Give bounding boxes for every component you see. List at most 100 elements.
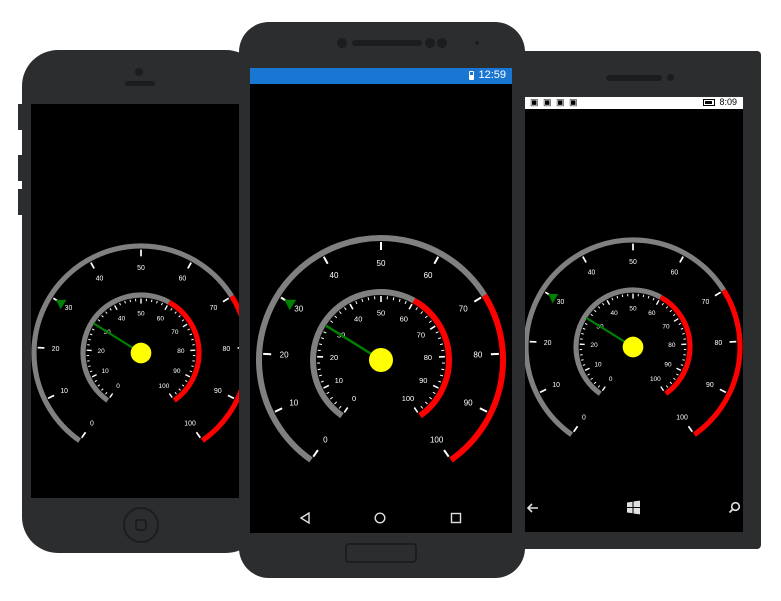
minor-tick (439, 343, 444, 346)
minor-tick (338, 405, 342, 409)
minor-tick (91, 328, 95, 331)
speedometer-gauge: 0102030405060708090100010203040506070809… (524, 237, 743, 437)
tick-label: 10 (60, 388, 68, 395)
tick-label: 0 (323, 435, 328, 444)
major-tick (687, 425, 694, 433)
major-tick (322, 256, 329, 265)
major-tick (582, 256, 587, 263)
minor-tick (181, 384, 185, 387)
tick-label: 60 (424, 271, 433, 280)
tick-label: 60 (648, 310, 656, 317)
tick-label: 50 (137, 265, 145, 272)
sensor-dot (437, 38, 447, 48)
minor-tick (355, 300, 358, 305)
minor-tick (672, 313, 676, 317)
tick-label: 90 (464, 398, 473, 407)
front-camera (337, 38, 347, 48)
minor-tick (682, 333, 685, 335)
minor-tick (170, 308, 173, 311)
minor-tick (669, 381, 673, 385)
tick-label: 50 (137, 310, 145, 317)
tick-label: 40 (118, 315, 126, 322)
major-tick (47, 394, 55, 400)
major-tick (114, 305, 118, 311)
arrow-back-icon[interactable] (526, 501, 540, 515)
minor-tick (329, 396, 333, 400)
minor-tick (429, 396, 433, 400)
tick-label: 0 (90, 420, 94, 427)
front-camera (667, 74, 674, 81)
minor-tick (184, 379, 188, 383)
scale-track (31, 243, 234, 443)
minor-tick (191, 365, 194, 368)
minor-tick (420, 405, 424, 409)
tick-label: 0 (352, 394, 356, 403)
tick-label: 30 (294, 304, 303, 313)
major-tick (187, 262, 192, 269)
circle-home-icon[interactable] (374, 512, 386, 524)
minor-tick (424, 315, 428, 319)
tick-label: 20 (591, 342, 599, 349)
major-tick (539, 388, 547, 394)
minor-tick (581, 333, 584, 335)
earpiece-speaker (606, 75, 662, 81)
minor-tick (174, 392, 177, 395)
windows-logo-icon[interactable] (626, 500, 641, 515)
minor-tick (181, 319, 185, 322)
minor-tick (101, 315, 104, 318)
square-recents-icon[interactable] (450, 512, 462, 524)
home-button[interactable] (123, 507, 159, 543)
minor-tick (334, 315, 338, 319)
chin-button[interactable] (345, 543, 417, 563)
tick-label: 80 (473, 351, 482, 360)
minor-tick (367, 297, 370, 301)
minor-tick (178, 315, 181, 318)
minor-tick (109, 308, 112, 311)
minor-tick (678, 322, 682, 325)
android-screen: 12:59 0102030405060708090100010203040506… (250, 68, 512, 533)
tick-label: 70 (459, 304, 468, 313)
minor-tick (94, 379, 98, 383)
minor-tick (602, 302, 605, 306)
minor-tick (124, 300, 126, 304)
major-tick (443, 449, 450, 458)
minor-tick (326, 391, 330, 395)
battery-icon (469, 71, 474, 80)
triangle-back-icon[interactable] (299, 512, 311, 524)
minor-tick (189, 333, 193, 336)
tick-label: 30 (65, 305, 73, 312)
major-tick (168, 393, 173, 398)
tick-label: 70 (417, 331, 425, 340)
major-tick (91, 374, 97, 378)
tick-label: 100 (184, 420, 196, 427)
major-tick (606, 299, 611, 306)
search-icon[interactable] (728, 501, 741, 514)
tick-label: 0 (609, 376, 613, 383)
tick-label: 40 (588, 270, 596, 277)
scale-track (310, 289, 416, 419)
major-tick (714, 291, 722, 297)
tick-label: 70 (662, 324, 670, 331)
tick-label: 80 (223, 346, 231, 353)
minor-tick (432, 391, 436, 395)
minor-tick (178, 388, 181, 391)
tick-label: 80 (424, 353, 432, 362)
major-tick (679, 256, 684, 263)
minor-tick (89, 333, 93, 336)
ios-phone-frame: 0102030405060708090100010203040506070809… (22, 50, 262, 553)
minor-tick (593, 309, 597, 313)
minor-tick (187, 328, 191, 331)
android-phone-frame: 12:59 0102030405060708090100010203040506… (239, 22, 525, 578)
needle-cap (130, 342, 152, 364)
tick-label: 50 (629, 259, 637, 266)
major-tick (227, 394, 235, 400)
minor-tick (424, 401, 428, 405)
tick-label: 80 (668, 342, 676, 349)
minor-tick (318, 374, 323, 377)
major-tick (572, 425, 579, 433)
minor-tick (361, 298, 364, 302)
minor-tick (665, 385, 669, 388)
minor-tick (330, 320, 334, 324)
minor-tick (590, 377, 593, 380)
tick-label: 20 (280, 351, 289, 360)
